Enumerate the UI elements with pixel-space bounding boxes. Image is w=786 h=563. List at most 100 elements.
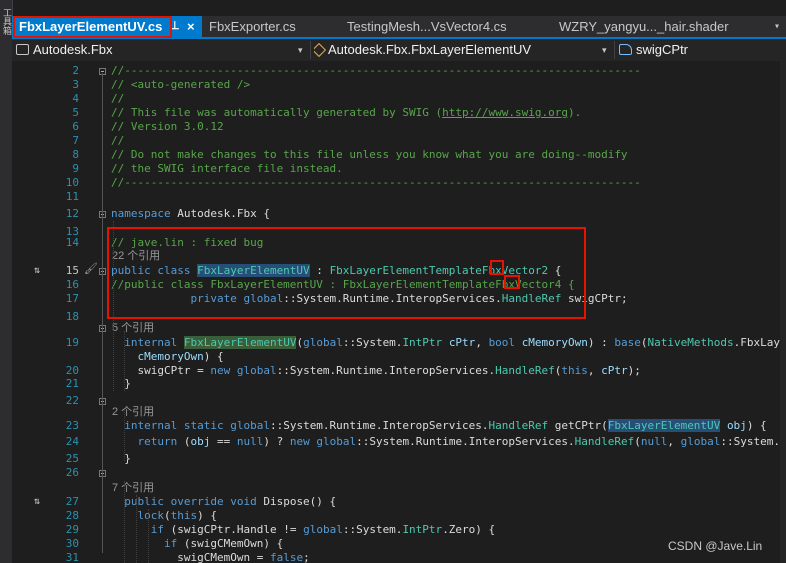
close-icon[interactable]: × bbox=[187, 16, 195, 37]
codelens-reference-count[interactable]: 7 个引用 bbox=[112, 481, 154, 495]
indent-guide bbox=[124, 409, 126, 461]
chevron-down-icon[interactable]: ▾ bbox=[770, 16, 784, 37]
code-line[interactable]: //--------------------------------------… bbox=[111, 64, 641, 78]
code-line[interactable]: } bbox=[111, 452, 131, 466]
class-icon bbox=[314, 42, 327, 57]
code-line[interactable]: swigCMemOwn = false; bbox=[111, 551, 309, 563]
member-dropdown[interactable]: swigCPtr bbox=[619, 40, 784, 60]
code-token: ); bbox=[627, 364, 641, 377]
line-number: 18 bbox=[65, 310, 79, 323]
indent-guide bbox=[113, 221, 115, 391]
line-number: 19 bbox=[65, 336, 79, 349]
line-number: 29 bbox=[65, 523, 79, 536]
code-token: HandleRef bbox=[495, 364, 555, 377]
code-token: ) { bbox=[197, 509, 217, 522]
code-editor[interactable]: 2 //-------------------------------------… bbox=[12, 61, 786, 563]
code-token: == bbox=[210, 435, 237, 448]
code-token: HandleRef bbox=[501, 292, 562, 305]
code-line[interactable]: swigCPtr = new global::System.Runtime.In… bbox=[111, 364, 641, 378]
code-line[interactable]: public override void Dispose() { bbox=[111, 495, 336, 509]
code-line[interactable]: // Do not make changes to this file unle… bbox=[111, 148, 628, 162]
code-token: ( bbox=[640, 336, 648, 349]
code-token: base bbox=[614, 336, 641, 349]
code-token: if bbox=[150, 523, 164, 536]
code-token: { bbox=[548, 264, 562, 277]
code-token: this bbox=[561, 364, 588, 377]
code-line[interactable]: // This file was automatically generated… bbox=[111, 106, 581, 120]
code-line[interactable]: return (obj == null) ? new global::Syste… bbox=[111, 435, 786, 449]
code-line[interactable]: internal static global::System.Runtime.I… bbox=[111, 419, 767, 433]
code-line[interactable]: cMemoryOwn) { bbox=[111, 350, 224, 364]
code-token: // bbox=[111, 134, 125, 147]
code-token: Autodesk.Fbx { bbox=[170, 207, 270, 220]
code-token: global bbox=[680, 435, 721, 448]
code-line[interactable]: //public class FbxLayerElementUV : FbxLa… bbox=[111, 278, 575, 292]
code-token: ) { bbox=[746, 419, 767, 432]
code-token: ( bbox=[634, 435, 641, 448]
code-line[interactable]: public class FbxLayerElementUV : FbxLaye… bbox=[111, 264, 561, 278]
vertical-scrollbar[interactable] bbox=[780, 61, 786, 563]
code-token: : bbox=[309, 264, 330, 277]
codelens-reference-count[interactable]: 5 个引用 bbox=[112, 321, 154, 335]
code-token: .Zero) { bbox=[442, 523, 496, 536]
tab-testingmesh[interactable]: TestingMesh...VsVector4.cs bbox=[340, 16, 552, 37]
code-token: global bbox=[303, 523, 343, 536]
brush-icon[interactable]: 🖌 bbox=[84, 262, 98, 275]
code-token: swigCPtr; bbox=[561, 292, 628, 305]
document-tab-bar: FbxLayerElementUV.cs ⊥ × FbxExporter.cs … bbox=[12, 16, 786, 39]
code-line[interactable]: internal FbxLayerElementUV (global::Syste… bbox=[111, 336, 786, 350]
code-token: cMemoryOwn bbox=[521, 336, 588, 349]
tab-wzry-hair-shader[interactable]: WZRY_yangyu..._hair.shader bbox=[552, 16, 782, 37]
code-token: //--------------------------------------… bbox=[111, 176, 641, 189]
code-token: (swigCMemOwn) { bbox=[177, 537, 284, 550]
tab-fbxlayerelementuv[interactable]: FbxLayerElementUV.cs ⊥ × bbox=[12, 16, 202, 37]
code-line[interactable]: lock(this) { bbox=[111, 509, 218, 523]
code-line[interactable]: // <auto-generated /> bbox=[111, 78, 250, 92]
code-token: this bbox=[170, 509, 198, 522]
code-line[interactable]: private global::System.Runtime.InteropSe… bbox=[111, 292, 628, 306]
code-token: namespace bbox=[111, 207, 171, 220]
implementation-marker-icon[interactable]: ⇅ bbox=[34, 496, 40, 508]
code-token: FbxLayerElementUV bbox=[197, 264, 310, 277]
code-token: public class bbox=[111, 264, 198, 277]
codelens-reference-count[interactable]: 2 个引用 bbox=[112, 405, 154, 419]
tab-label: TestingMesh...VsVector4.cs bbox=[347, 19, 507, 34]
line-number: 10 bbox=[65, 176, 79, 189]
code-line[interactable]: if (swigCPtr.Handle != global::System.In… bbox=[111, 523, 495, 537]
type-dropdown[interactable]: Autodesk.Fbx.FbxLayerElementUV ▾ bbox=[314, 40, 612, 60]
code-token: swigCMemOwn = bbox=[111, 551, 270, 563]
code-token: , bbox=[475, 336, 489, 349]
pin-icon[interactable]: ⊥ bbox=[170, 16, 180, 37]
code-line[interactable]: namespace Autodesk.Fbx { bbox=[111, 207, 270, 221]
code-line[interactable]: // jave.lin : fixed bug bbox=[111, 236, 263, 250]
project-dropdown[interactable]: Autodesk.Fbx ▾ bbox=[16, 40, 308, 60]
codelens-reference-count[interactable]: 22 个引用 bbox=[112, 249, 160, 263]
line-number: 6 bbox=[72, 120, 79, 133]
code-token: HandleRef bbox=[488, 419, 549, 432]
code-token: , bbox=[667, 435, 681, 448]
line-number: 7 bbox=[72, 134, 79, 147]
code-line[interactable]: // bbox=[111, 92, 124, 106]
code-token: // Do not make changes to this file unle… bbox=[111, 148, 628, 161]
code-token: obj bbox=[726, 419, 747, 432]
line-number: 2 bbox=[72, 64, 79, 77]
code-token: bool bbox=[488, 336, 516, 349]
line-number: 8 bbox=[72, 148, 79, 161]
code-line[interactable]: // Version 3.0.12 bbox=[111, 120, 224, 134]
toolbox-label[interactable]: 工具箱 bbox=[1, 8, 11, 35]
hyperlink[interactable]: http://www.swig.org bbox=[442, 106, 568, 119]
code-line[interactable]: // the SWIG interface file instead. bbox=[111, 162, 343, 176]
code-token: ( bbox=[164, 509, 171, 522]
code-token: HandleRef bbox=[574, 435, 635, 448]
line-number: 11 bbox=[65, 190, 79, 203]
csharp-project-icon bbox=[16, 44, 29, 56]
tab-fbxexporter[interactable]: FbxExporter.cs bbox=[202, 16, 340, 37]
implementation-marker-icon[interactable]: ⇅ bbox=[34, 265, 40, 277]
code-line[interactable]: // bbox=[111, 134, 124, 148]
code-token: ) ? bbox=[263, 435, 290, 448]
code-line[interactable]: //--------------------------------------… bbox=[111, 176, 641, 190]
